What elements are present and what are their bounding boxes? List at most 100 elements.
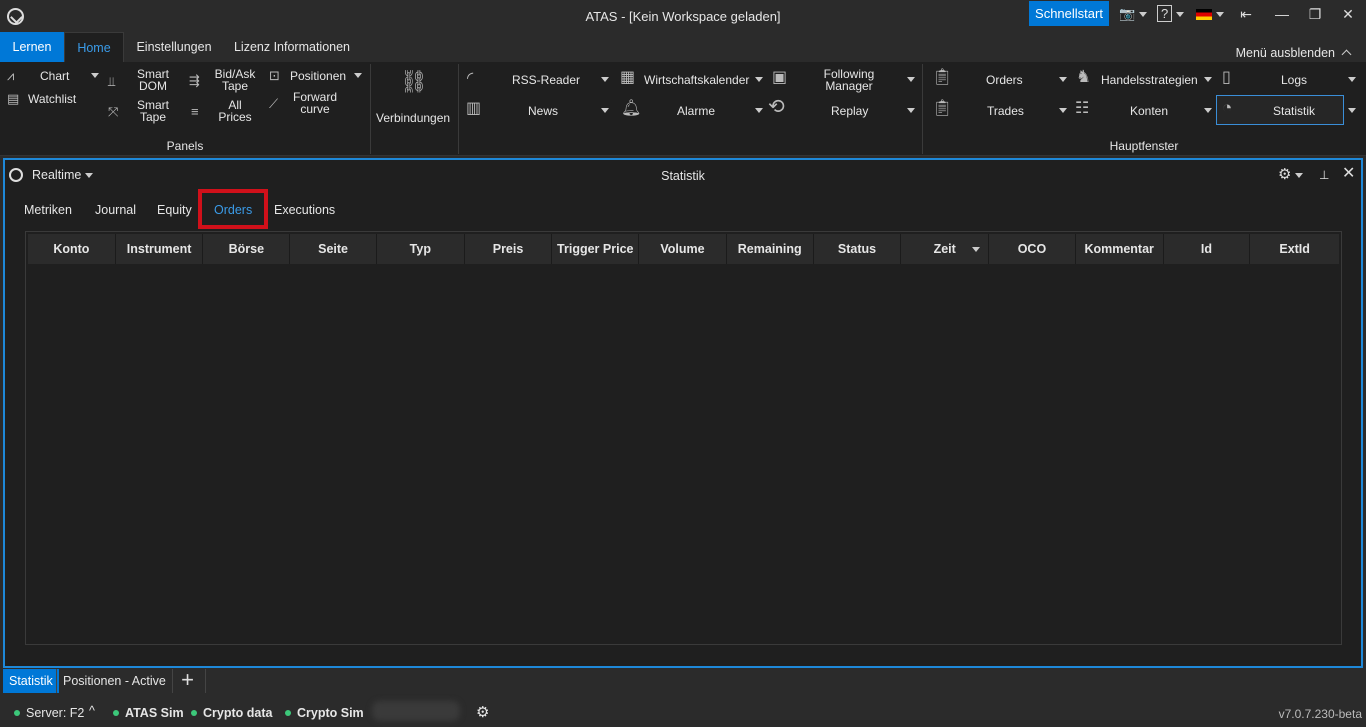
chevron-down-icon[interactable] (1059, 108, 1067, 113)
column-header-instrument[interactable]: Instrument (116, 234, 204, 264)
chevron-down-icon[interactable] (907, 108, 915, 113)
verbindungen-button[interactable]: Verbindungen (376, 112, 450, 124)
language-flag-icon[interactable] (1196, 6, 1224, 22)
following-manager-button[interactable]: Following Manager (822, 68, 876, 92)
tab-equity[interactable]: Equity (157, 203, 192, 217)
column-header-extid[interactable]: ExtId (1250, 234, 1339, 264)
positionen-button[interactable]: Positionen (290, 70, 346, 82)
all-prices-button[interactable]: All Prices (216, 99, 254, 123)
chevron-down-icon[interactable] (1059, 77, 1067, 82)
panel-header: Realtime Statistik ⚙ ⊥ ✕ (5, 160, 1361, 190)
minimize-button[interactable]: — (1267, 4, 1297, 24)
forward-curve-button[interactable]: Forward curve (291, 91, 339, 115)
chevron-down-icon[interactable] (1204, 108, 1212, 113)
bottom-tab-statistik[interactable]: Statistik (3, 669, 59, 693)
chevron-down-icon[interactable] (354, 73, 362, 78)
tab-einstellungen[interactable]: Einstellungen (124, 32, 224, 62)
chevron-down-icon[interactable] (601, 108, 609, 113)
grid-header: Konto Instrument Börse Seite Typ Preis T… (28, 234, 1339, 264)
news-button[interactable]: News (528, 105, 558, 117)
add-tab-button[interactable]: + (170, 669, 206, 693)
smart-dom-button[interactable]: Smart DOM (136, 68, 170, 92)
gear-icon[interactable]: ⚙ (1278, 167, 1304, 183)
highlight-box (198, 189, 268, 229)
panel-title: Statistik (661, 169, 705, 183)
trades-button[interactable]: Trades (987, 105, 1024, 117)
column-header-oco[interactable]: OCO (989, 234, 1076, 264)
column-header-id[interactable]: Id (1164, 234, 1251, 264)
accounts-icon: ☷ (1075, 100, 1090, 117)
crypto-sim-status[interactable]: Crypto Sim (285, 706, 364, 720)
bottom-tab-positionen[interactable]: Positionen - Active (56, 669, 173, 693)
close-window-button[interactable]: ✕ (1333, 4, 1363, 24)
chevron-down-icon[interactable] (601, 77, 609, 82)
chevron-down-icon[interactable] (755, 77, 763, 82)
orders-button[interactable]: Orders (986, 74, 1023, 86)
handelsstrategien-button[interactable]: Handelsstrategien (1101, 74, 1198, 86)
crypto-data-status[interactable]: Crypto data (191, 706, 272, 720)
sort-down-icon (972, 247, 981, 252)
pin-window-icon[interactable]: ⇤ (1231, 4, 1261, 24)
column-header-seite[interactable]: Seite (290, 234, 377, 264)
chevron-down-icon[interactable] (1348, 108, 1356, 113)
bid-ask-tape-icon: ⇶ (189, 73, 200, 88)
column-header-konto[interactable]: Konto (28, 234, 116, 264)
column-header-boerse[interactable]: Börse (203, 234, 291, 264)
chart-button[interactable]: Chart (40, 70, 69, 82)
menu-hide-button[interactable]: Menü ausblenden (1236, 46, 1352, 60)
pin-icon[interactable]: ⊥ (1319, 168, 1329, 182)
calendar-icon: ▦ (620, 69, 636, 86)
replay-icon: ⟲ (768, 96, 785, 118)
tab-home[interactable]: Home (64, 32, 124, 62)
wirtschaftskalender-button[interactable]: Wirtschaftskalender (644, 74, 749, 86)
chevron-down-icon[interactable] (755, 108, 763, 113)
chevron-up-icon[interactable]: ^ (89, 704, 95, 718)
tab-lizenz-informationen[interactable]: Lizenz Informationen (224, 32, 360, 62)
chevron-down-icon[interactable] (91, 73, 99, 78)
help-icon[interactable]: ? (1157, 5, 1185, 22)
all-prices-icon: ≡ (191, 104, 199, 119)
smart-tape-icon: ⤧ (108, 104, 119, 119)
alarme-button[interactable]: Alarme (677, 105, 715, 117)
column-header-status[interactable]: Status (814, 234, 902, 264)
smart-dom-icon: ⫫ (108, 74, 116, 89)
tab-journal[interactable]: Journal (95, 203, 136, 217)
following-manager-icon: ▣ (772, 69, 788, 86)
orders-icon: 📋︎ (932, 69, 953, 86)
chevron-down-icon[interactable] (1204, 77, 1212, 82)
statistik-panel: Realtime Statistik ⚙ ⊥ ✕ Metriken Journa… (3, 158, 1363, 668)
news-icon: ▥ (466, 100, 482, 117)
column-header-typ[interactable]: Typ (377, 234, 465, 264)
replay-button[interactable]: Replay (831, 105, 868, 117)
column-header-kommentar[interactable]: Kommentar (1076, 234, 1164, 264)
column-header-remaining[interactable]: Remaining (727, 234, 814, 264)
chevron-down-icon[interactable] (1348, 77, 1356, 82)
camera-icon[interactable]: 📷 (1119, 6, 1148, 22)
strategy-icon: ♞ (1076, 67, 1092, 86)
schnellstart-button[interactable]: Schnellstart (1029, 1, 1109, 26)
atas-sim-status[interactable]: ATAS Sim (113, 706, 184, 720)
bell-icon: 🔔︎ (621, 100, 642, 117)
tab-lernen[interactable]: Lernen (0, 32, 64, 62)
bid-ask-tape-button[interactable]: Bid/Ask Tape (212, 68, 258, 92)
column-header-preis[interactable]: Preis (465, 234, 553, 264)
status-dot-icon (14, 710, 20, 716)
statistik-button[interactable]: ◔ Statistik (1216, 95, 1344, 125)
tab-executions[interactable]: Executions (274, 203, 335, 217)
smart-tape-button[interactable]: Smart Tape (136, 99, 170, 123)
status-dot-icon (113, 710, 119, 716)
server-status[interactable]: Server: F2 (14, 706, 84, 720)
column-header-trigger-price[interactable]: Trigger Price (552, 234, 640, 264)
chevron-down-icon[interactable] (907, 77, 915, 82)
ribbon: ⩘ Chart ▤ Watchlist ⫫ Smart DOM ⤧ Smart Ta… (0, 62, 1366, 156)
rss-reader-button[interactable]: RSS-Reader (512, 74, 580, 86)
column-header-zeit[interactable]: Zeit (901, 234, 990, 264)
tab-metriken[interactable]: Metriken (24, 203, 72, 217)
restore-button[interactable]: ❐ (1300, 4, 1330, 24)
logs-button[interactable]: Logs (1281, 74, 1307, 86)
konten-button[interactable]: Konten (1130, 105, 1168, 117)
column-header-volume[interactable]: Volume (639, 234, 727, 264)
settings-gear-icon[interactable]: ⚙ (476, 703, 489, 721)
watchlist-button[interactable]: Watchlist (28, 93, 76, 105)
close-panel-icon[interactable]: ✕ (1342, 166, 1355, 182)
